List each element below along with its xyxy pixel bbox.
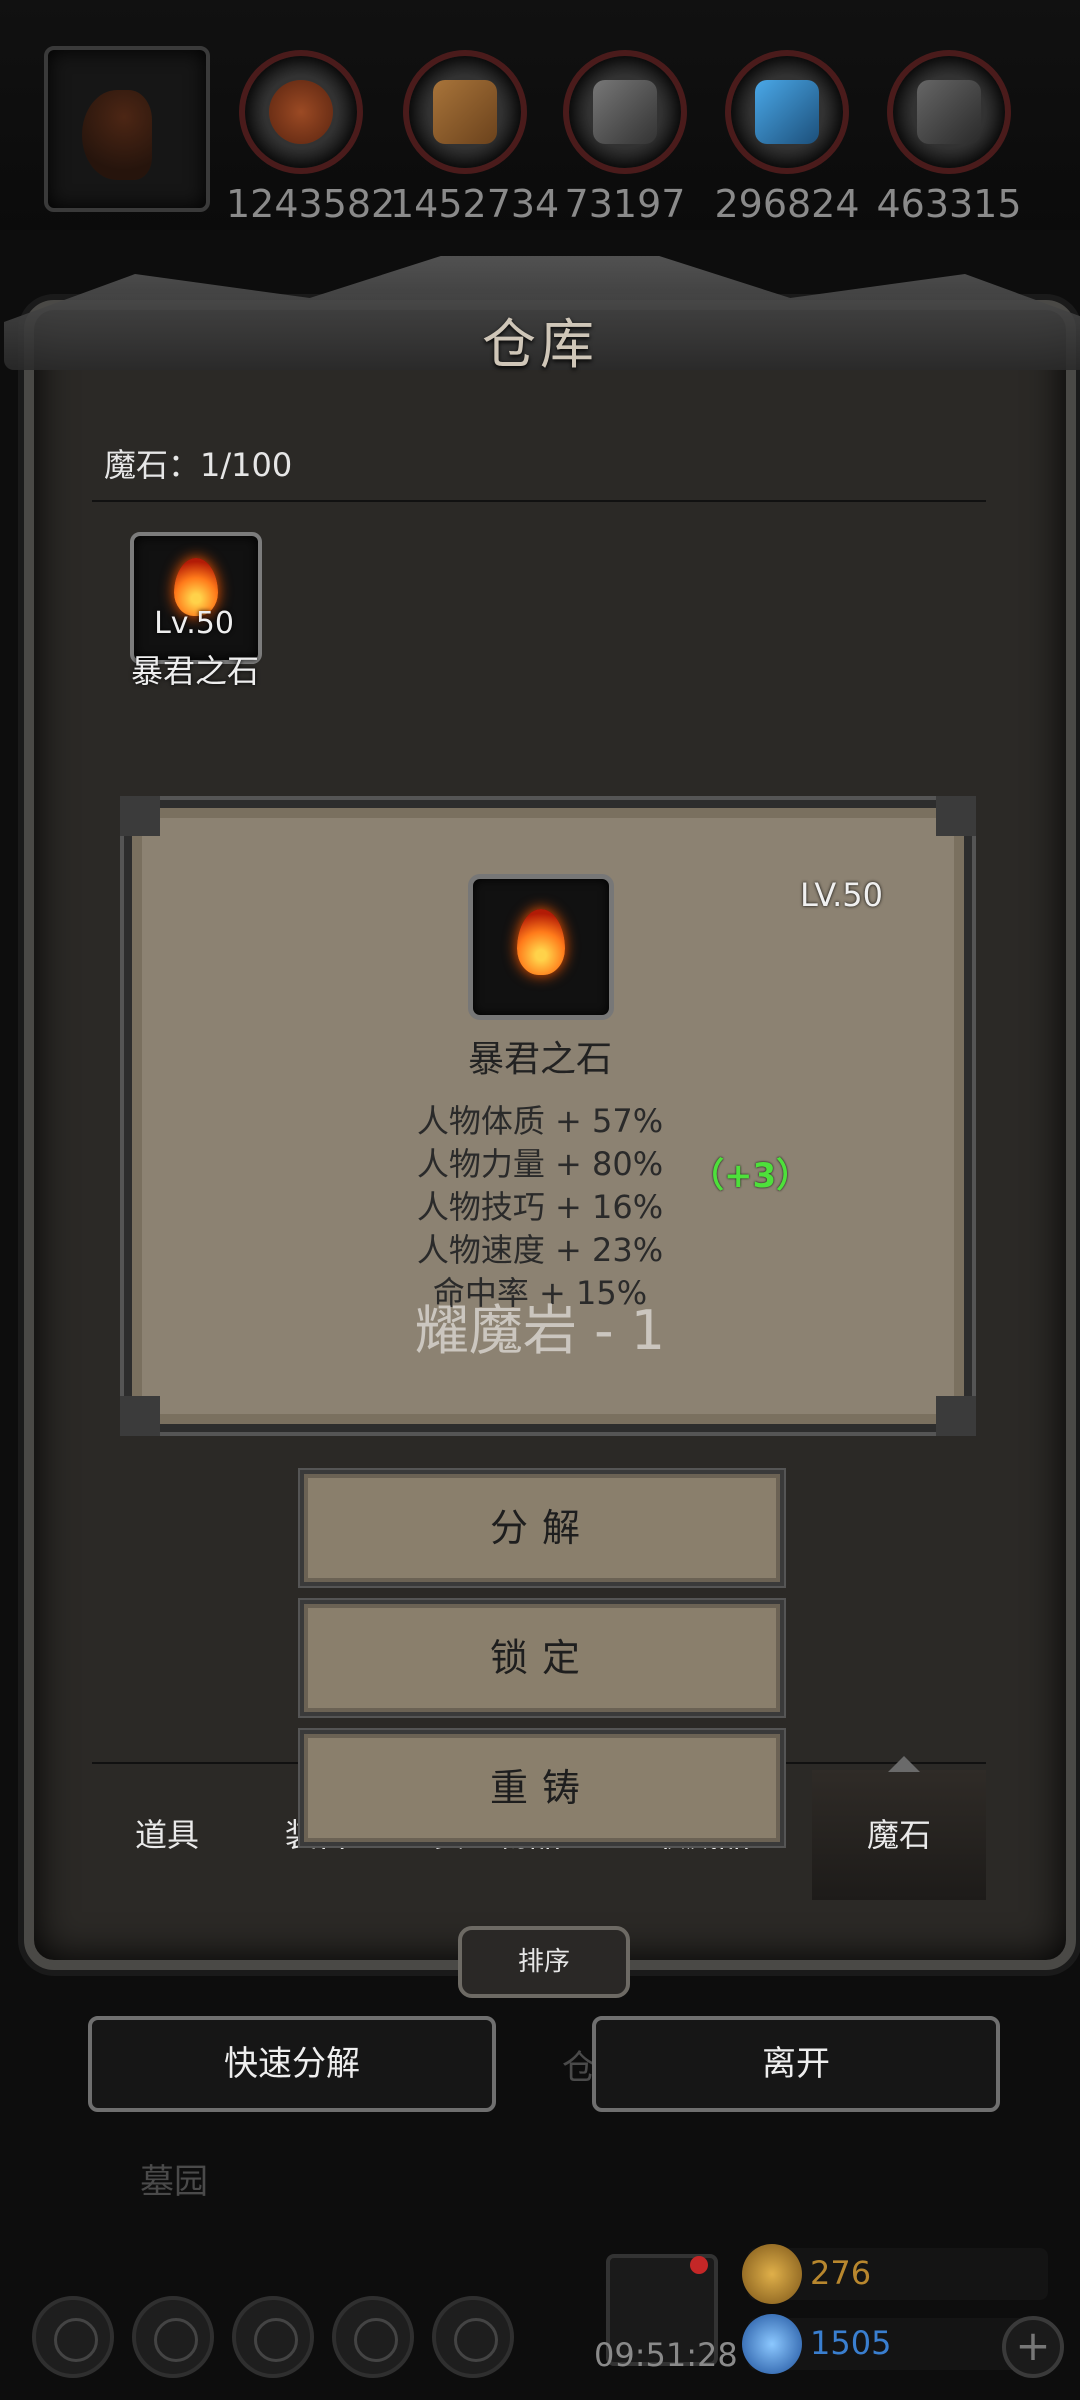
stat-list: 人物体质 + 57% 人物力量 + 80% 人物技巧 + 16% 人物速度 + … — [0, 1100, 1080, 1315]
rank-icon[interactable] — [232, 2296, 314, 2378]
background-label: 墓园 — [140, 2162, 208, 2202]
slot-item-name: 暴君之石 — [130, 652, 259, 690]
detail-item-name: 暴君之石 — [467, 1039, 612, 1080]
notification-dot — [690, 2256, 708, 2274]
resource-wood[interactable]: 1452734 — [390, 50, 560, 226]
corner-ornament — [936, 1396, 976, 1436]
game-clock: 09:51:28 — [594, 2336, 738, 2374]
settings-icon[interactable] — [32, 2296, 114, 2378]
resource-value: 73197 — [564, 182, 686, 226]
resource-meat[interactable]: 1243582 — [226, 50, 396, 226]
stone-count-label: 魔石：1/100 — [104, 446, 293, 484]
gem-icon — [742, 2314, 802, 2374]
add-currency-button[interactable]: + — [1002, 2316, 1064, 2378]
background-label: 仓 — [562, 2048, 596, 2088]
inventory-slot[interactable] — [130, 532, 262, 664]
stat-bonus: （+3） — [690, 1156, 811, 1196]
stat-line: 人物体质 + 57% — [416, 1102, 664, 1140]
resource-value: 1243582 — [226, 182, 396, 226]
toast-overlay: 耀魔岩 - 1 — [414, 1299, 666, 1362]
resource-value: 296824 — [714, 182, 860, 226]
panel-title: 仓库 — [482, 313, 598, 376]
resource-iron[interactable]: 73197 — [550, 50, 700, 226]
corner-ornament — [120, 796, 160, 836]
mail-icon[interactable] — [332, 2296, 414, 2378]
reforge-button[interactable]: 重铸 — [300, 1730, 784, 1846]
shop-icon[interactable] — [432, 2296, 514, 2378]
gold-value: 276 — [810, 2254, 872, 2292]
slot-level: Lv.50 — [154, 606, 234, 641]
guild-icon[interactable] — [132, 2296, 214, 2378]
divider — [92, 500, 986, 502]
stone-icon — [887, 50, 1011, 174]
iron-icon — [563, 50, 687, 174]
resource-bar: 1243582 1452734 73197 296824 463315 — [0, 0, 1080, 230]
sort-button[interactable]: 排序 — [458, 1926, 630, 1998]
character-portrait[interactable] — [44, 46, 210, 212]
active-tab-marker — [888, 1756, 920, 1772]
resource-value: 463315 — [876, 182, 1022, 226]
leave-button[interactable]: 离开 — [592, 2016, 1000, 2112]
gold-icon — [742, 2244, 802, 2304]
stat-line: 人物速度 + 23% — [416, 1231, 664, 1269]
stat-line: 人物技巧 + 16% — [416, 1188, 664, 1226]
resource-crystal[interactable]: 296824 — [712, 50, 862, 226]
detail-item-icon — [468, 874, 614, 1020]
corner-ornament — [936, 796, 976, 836]
crystal-icon — [725, 50, 849, 174]
quick-decompose-button[interactable]: 快速分解 — [88, 2016, 496, 2112]
corner-ornament — [120, 1396, 160, 1436]
wood-icon — [403, 50, 527, 174]
fire-stone-icon — [517, 909, 565, 975]
meat-icon — [239, 50, 363, 174]
stat-line: 人物力量 + 80% — [416, 1145, 664, 1183]
character-silhouette-icon — [82, 90, 152, 180]
detail-level: LV.50 — [800, 876, 883, 914]
resource-stone[interactable]: 463315 — [874, 50, 1024, 226]
gem-value: 1505 — [810, 2324, 892, 2362]
tab-items[interactable]: 道具 — [92, 1770, 242, 1900]
tab-magic-stones[interactable]: 魔石 — [812, 1770, 986, 1900]
lock-button[interactable]: 锁定 — [300, 1600, 784, 1716]
decompose-button[interactable]: 分解 — [300, 1470, 784, 1586]
resource-value: 1452734 — [390, 182, 560, 226]
